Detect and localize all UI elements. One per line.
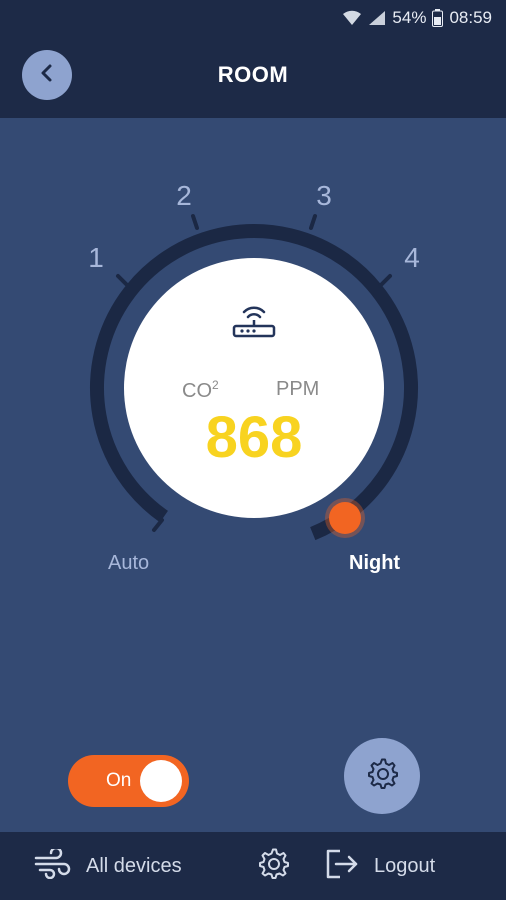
level-3-label[interactable]: 3 xyxy=(304,180,344,212)
wifi-icon xyxy=(342,10,362,26)
level-2-label[interactable]: 2 xyxy=(164,180,204,212)
dial-knob[interactable] xyxy=(329,502,361,534)
page-title: ROOM xyxy=(217,62,289,87)
mode-night-label[interactable]: Night xyxy=(349,552,400,575)
nav-all-devices-label: All devices xyxy=(86,854,182,877)
app-bar: ROOM xyxy=(0,36,506,118)
co2-readout: CO2 PPM 868 xyxy=(124,258,384,518)
battery-icon xyxy=(432,9,444,27)
bottom-nav: All devices Logout xyxy=(0,832,506,900)
co2-label: CO2 xyxy=(182,378,219,402)
nav-logout[interactable]: Logout xyxy=(324,832,435,900)
status-bar: 54% 08:59 xyxy=(0,0,506,36)
co2-reading: 868 xyxy=(205,405,303,470)
mode-auto-label[interactable]: Auto xyxy=(108,552,149,575)
nav-all-devices[interactable]: All devices xyxy=(34,832,182,900)
nav-logout-label: Logout xyxy=(374,854,436,877)
clock: 08:59 xyxy=(449,8,492,27)
gear-icon xyxy=(365,757,399,796)
device-settings-button[interactable] xyxy=(344,738,420,814)
fan-speed-dial[interactable]: 1 2 3 4 Auto Night CO2 PPM 868 xyxy=(0,118,506,638)
router-icon xyxy=(230,300,278,345)
wind-icon xyxy=(34,846,72,884)
toggle-thumb xyxy=(140,760,182,802)
power-toggle[interactable]: On xyxy=(68,755,189,807)
nav-settings[interactable] xyxy=(256,832,290,900)
ppm-label: PPM xyxy=(276,378,320,400)
level-1-label[interactable]: 1 xyxy=(76,242,116,274)
level-4-label[interactable]: 4 xyxy=(392,242,432,274)
gear-icon xyxy=(256,847,290,886)
battery-percent: 54% xyxy=(392,8,427,27)
logout-icon xyxy=(324,848,360,885)
signal-icon xyxy=(368,10,386,26)
power-toggle-label: On xyxy=(106,770,132,791)
